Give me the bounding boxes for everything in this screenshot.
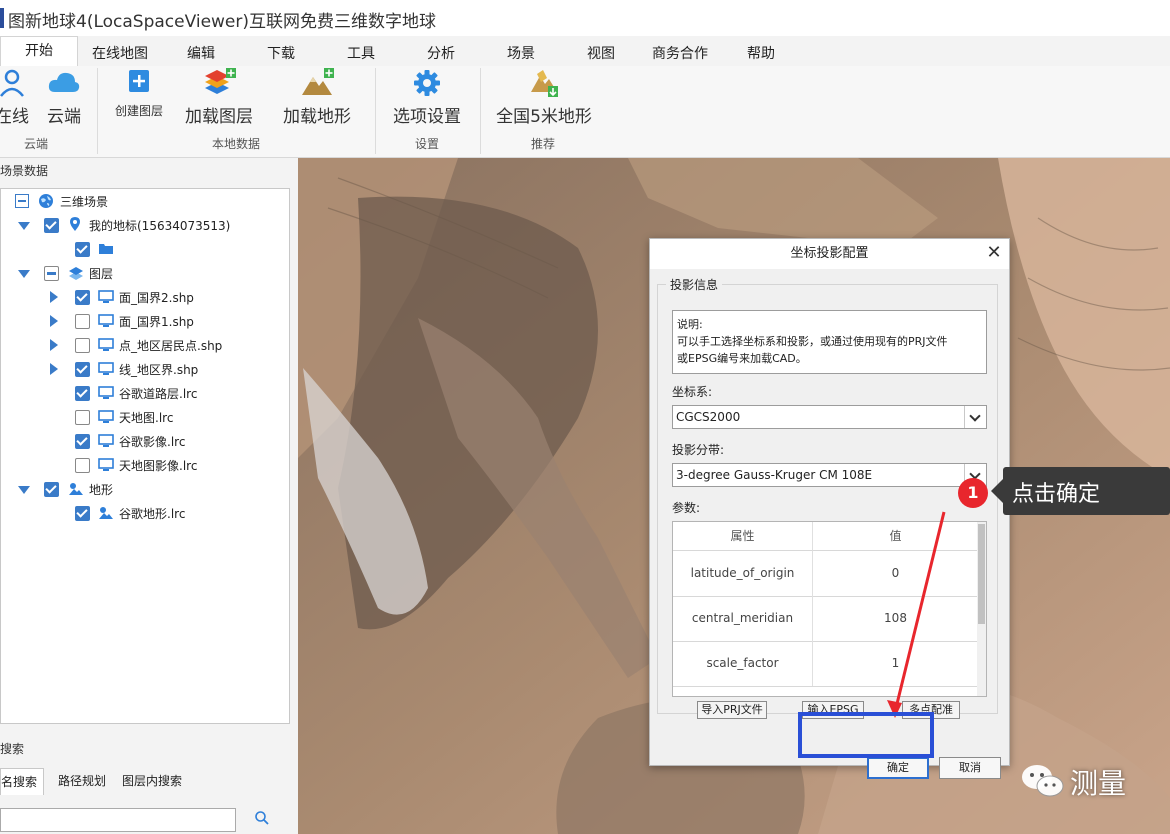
step-badge: 1 xyxy=(958,478,988,508)
watermark-text: 测量 xyxy=(1070,767,1127,800)
annotation-arrow xyxy=(887,511,946,718)
callout-text: 点击确定 xyxy=(1012,482,1101,507)
wechat-icon xyxy=(1022,765,1064,797)
highlight-box xyxy=(798,712,934,758)
callout-pointer xyxy=(991,479,1003,503)
